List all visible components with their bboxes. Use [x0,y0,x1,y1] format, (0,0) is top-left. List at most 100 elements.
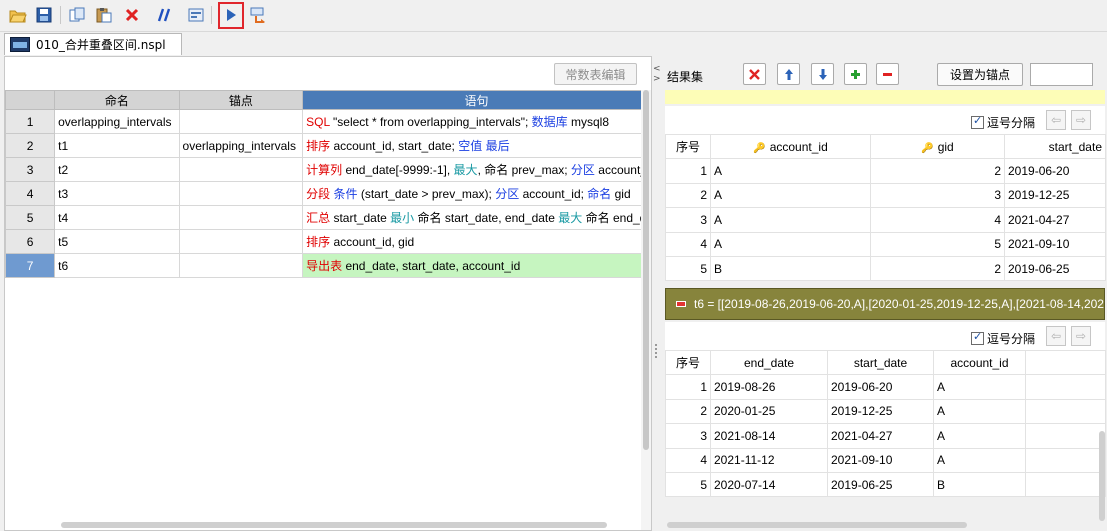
result-vertical-scrollbar[interactable] [1099,431,1105,521]
next-arrow-icon[interactable]: ⇨ [1071,326,1091,346]
cell-name[interactable]: t6 [54,253,180,278]
column-header-name[interactable]: 命名 [54,90,180,110]
row-number[interactable]: 1 [4,109,56,134]
cell-name[interactable]: overlapping_intervals [54,109,180,134]
move-down-button[interactable] [811,63,834,85]
cell-name[interactable]: t1 [54,133,180,158]
row-number[interactable]: 6 [4,229,56,254]
cell-anchor[interactable] [178,109,304,134]
move-up-button[interactable] [777,63,800,85]
result-cell[interactable]: 4 [870,207,1005,233]
cell-anchor[interactable]: overlapping_intervals [178,133,304,158]
result-cell[interactable]: 4 [665,231,711,257]
cell-name[interactable]: t5 [54,229,180,254]
result-cell[interactable]: 1 [665,158,711,184]
result-cell[interactable]: A [710,182,871,209]
comma-separated-checkbox[interactable]: 逗号分隔 [971,114,1035,131]
result-row[interactable]: 2 A 3 2019-12-25 [665,182,1106,209]
result-cell[interactable]: 2021-09-10 [1004,231,1106,257]
prev-arrow-icon[interactable]: ⇦ [1046,326,1066,346]
vertical-scrollbar[interactable] [641,90,651,530]
result-cell[interactable]: 2021-09-10 [827,447,934,473]
comment-icon[interactable] [156,5,176,25]
cell-statement[interactable]: 导出表 end_date, start_date, account_id [302,253,651,278]
cell-anchor[interactable] [178,205,304,230]
cell-anchor[interactable] [178,157,304,182]
grid-corner[interactable] [4,90,56,110]
run-icon[interactable] [221,5,241,25]
result-cell[interactable]: 2019-12-25 [1004,182,1106,209]
result-cell[interactable]: A [933,398,1026,425]
set-anchor-button[interactable]: 设置为锚点 [937,63,1023,86]
const-table-edit-button[interactable]: 常数表编辑 [554,63,637,85]
result-cell[interactable]: A [710,207,871,233]
result-horizontal-scrollbar[interactable] [667,522,967,528]
result-column-header[interactable]: start_date [1004,133,1106,160]
result-column-header[interactable]: start_date [827,349,934,376]
result-row[interactable]: 4 A 5 2021-09-10 [665,231,1106,257]
column-header-anchor[interactable]: 锚点 [178,90,304,110]
grid-row[interactable]: 5 t4 汇总 start_date 最小 命名 start_date, end_d… [4,205,651,230]
result-cell[interactable]: 2020-07-14 [710,471,828,498]
result-cell[interactable]: 3 [665,423,711,449]
remove-button[interactable] [876,63,899,85]
result-cell[interactable]: 2019-06-20 [1004,158,1106,184]
result-cell[interactable]: 5 [665,255,711,282]
result-row[interactable]: 3 A 4 2021-04-27 [665,207,1106,233]
result-cell[interactable]: B [933,471,1026,498]
result-column-header[interactable]: end_date [710,349,828,376]
result-cell[interactable]: 2019-06-25 [827,471,934,498]
cell-statement[interactable]: 排序 account_id, start_date; 空值 最后 [302,133,651,158]
result-cell[interactable]: 2021-04-27 [1004,207,1106,233]
result-cell[interactable]: 3 [870,182,1005,209]
save-icon[interactable] [34,5,54,25]
delete-row-button[interactable] [743,63,766,85]
result-row[interactable]: 4 2021-11-12 2021-09-10 A [665,447,1106,473]
result-cell[interactable]: 2019-12-25 [827,398,934,425]
result-cell[interactable]: A [933,447,1026,473]
result-cell[interactable]: 2 [870,255,1005,282]
result-cell[interactable]: 2019-06-20 [827,374,934,400]
result-cell[interactable]: B [710,255,871,282]
row-number[interactable]: 2 [4,133,56,158]
result-cell[interactable]: 3 [665,207,711,233]
cell-statement[interactable]: 计算列 end_date[-9999:-1], 最大, 命名 prev_max;… [302,157,651,182]
result-column-header[interactable]: 🔑 account_id [710,133,871,160]
result-cell[interactable]: 2 [870,158,1005,184]
result-row[interactable]: 1 2019-08-26 2019-06-20 A [665,374,1106,400]
screen-icon[interactable] [186,5,206,25]
cell-statement[interactable]: SQL "select * from overlapping_intervals… [302,109,651,134]
result-column-header[interactable]: 序号 [665,349,711,376]
cell-name[interactable]: t4 [54,205,180,230]
grid-row[interactable]: 3 t2 计算列 end_date[-9999:-1], 最大, 命名 prev_m… [4,157,651,182]
result-cell[interactable]: A [933,374,1026,400]
grid-row[interactable]: 6 t5 排序 account_id, gid [4,229,651,254]
comma-separated-checkbox-2[interactable]: 逗号分隔 [971,330,1035,347]
grid-row[interactable]: 4 t3 分段 条件 (start_date > prev_max); 分区 acc… [4,181,651,206]
result-column-header[interactable]: account_id [933,349,1026,376]
column-header-statement[interactable]: 语句 [302,90,651,110]
result-cell[interactable]: 2 [665,398,711,425]
grid-row[interactable]: 1 overlapping_intervals SQL "select * from… [4,109,651,134]
delete-icon[interactable] [122,5,142,25]
copy-icon[interactable] [68,5,88,25]
result-cell[interactable]: A [710,158,871,184]
result-cell[interactable]: 2021-08-14 [710,423,828,449]
cell-name[interactable]: t3 [54,181,180,206]
result-cell[interactable]: 4 [665,447,711,473]
result-cell[interactable]: 2021-04-27 [827,423,934,449]
result-row[interactable]: 3 2021-08-14 2021-04-27 A [665,423,1106,449]
result-cell[interactable]: A [710,231,871,257]
anchor-input[interactable] [1030,63,1093,86]
result-cell[interactable]: 1 [665,374,711,400]
panel-splitter[interactable]: < > [652,56,661,531]
row-number[interactable]: 5 [4,205,56,230]
cell-statement[interactable]: 排序 account_id, gid [302,229,651,254]
result-row[interactable]: 2 2020-01-25 2019-12-25 A [665,398,1106,425]
result-cell[interactable]: 2019-06-25 [1004,255,1106,282]
result-cell[interactable]: 2021-11-12 [710,447,828,473]
horizontal-scrollbar[interactable] [61,522,607,528]
collapse-marker-icon[interactable] [676,301,686,307]
t6-value-bar[interactable]: t6 = [[2019-08-26,2019-06-20,A],[2020-01… [665,288,1105,320]
add-button[interactable] [844,63,867,85]
